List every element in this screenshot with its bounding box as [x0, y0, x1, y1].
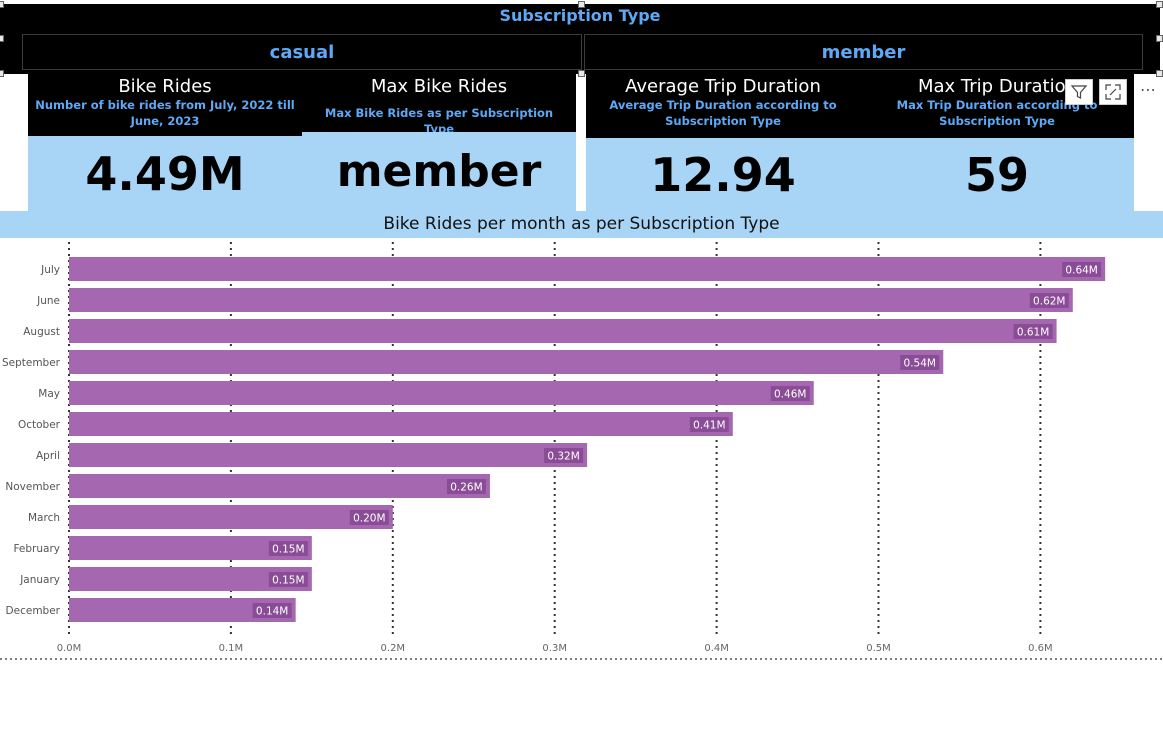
kpi-card-max-bike-rides-header: Max Bike Rides Max Bike Rides as per Sub…: [302, 74, 576, 136]
bar: [69, 412, 733, 436]
x-tick-label: 0.0M: [57, 643, 82, 654]
y-category-label: November: [5, 481, 60, 493]
kpi-title: Average Trip Duration: [625, 76, 821, 97]
slicer-option-casual[interactable]: casual: [22, 34, 582, 70]
bar: [69, 350, 944, 374]
data-label: 0.46M: [774, 389, 806, 401]
data-label: 0.15M: [272, 575, 304, 587]
more-options-icon[interactable]: ⋯: [1136, 80, 1160, 100]
focus-mode-icon[interactable]: [1099, 79, 1127, 105]
bar: [69, 505, 393, 529]
x-tick-label: 0.3M: [542, 643, 567, 654]
data-label: 0.32M: [547, 451, 579, 463]
resize-handle[interactable]: [0, 70, 4, 77]
bar: [69, 288, 1073, 312]
resize-handle[interactable]: [578, 70, 585, 77]
resize-handle[interactable]: [578, 1, 585, 8]
data-label: 0.26M: [450, 482, 482, 494]
resize-handle[interactable]: [0, 35, 4, 42]
data-label: 0.61M: [1017, 327, 1049, 339]
x-tick-label: 0.5M: [866, 643, 891, 654]
y-category-label: February: [13, 543, 60, 555]
y-category-label: May: [38, 388, 60, 400]
data-label: 0.62M: [1033, 296, 1065, 308]
resize-handle[interactable]: [0, 1, 4, 8]
bar: [69, 474, 490, 498]
kpi-subtitle: Average Trip Duration according to Subsc…: [609, 98, 837, 128]
kpi-value-average-trip-duration: 12.94: [586, 138, 860, 211]
kpi-value-max-bike-rides: member: [302, 132, 576, 211]
data-label: 0.15M: [272, 544, 304, 556]
data-label: 0.14M: [256, 606, 288, 618]
x-tick-label: 0.1M: [219, 643, 244, 654]
y-category-label: March: [28, 512, 60, 524]
y-category-label: October: [18, 419, 61, 431]
kpi-title: Bike Rides: [118, 76, 212, 97]
filter-icon[interactable]: [1065, 79, 1093, 105]
y-category-label: June: [36, 295, 60, 307]
data-label: 0.54M: [904, 358, 936, 370]
y-category-label: January: [19, 574, 60, 586]
x-tick-label: 0.4M: [704, 643, 729, 654]
slicer-title: Subscription Type: [499, 6, 661, 25]
resize-handle[interactable]: [1156, 35, 1163, 42]
data-label: 0.64M: [1065, 265, 1097, 277]
chart-title: Bike Rides per month as per Subscription…: [0, 211, 1163, 238]
kpi-value-max-trip-duration: 59: [860, 138, 1134, 211]
y-category-label: April: [36, 450, 60, 462]
kpi-card-bike-rides-header: Bike Rides Number of bike rides from Jul…: [28, 74, 302, 136]
y-category-label: December: [6, 605, 61, 617]
y-category-label: July: [40, 264, 60, 276]
bar: [69, 257, 1106, 281]
kpi-title: Max Bike Rides: [370, 76, 508, 97]
x-tick-label: 0.2M: [381, 643, 406, 654]
x-tick-label: 0.6M: [1028, 643, 1053, 654]
bar: [69, 381, 814, 405]
y-category-label: August: [23, 326, 60, 338]
data-label: 0.41M: [693, 420, 725, 432]
kpi-subtitle: Number of bike rides from July, 2022 til…: [35, 98, 295, 128]
data-label: 0.20M: [353, 513, 385, 525]
kpi-card-average-trip-duration-header: Average Trip Duration Average Trip Durat…: [586, 74, 860, 138]
slicer-option-member[interactable]: member: [584, 34, 1143, 70]
kpi-value-bike-rides: 4.49M: [28, 136, 302, 211]
resize-handle[interactable]: [1156, 70, 1163, 77]
y-category-label: September: [2, 357, 61, 369]
bar: [69, 319, 1057, 343]
bar: [69, 443, 588, 467]
bar-chart: 0.0M 0.1M 0.2M 0.3M 0.4M 0.5M 0.6M July 0.64M Jun…: [0, 242, 1163, 660]
resize-handle[interactable]: [1156, 1, 1163, 8]
